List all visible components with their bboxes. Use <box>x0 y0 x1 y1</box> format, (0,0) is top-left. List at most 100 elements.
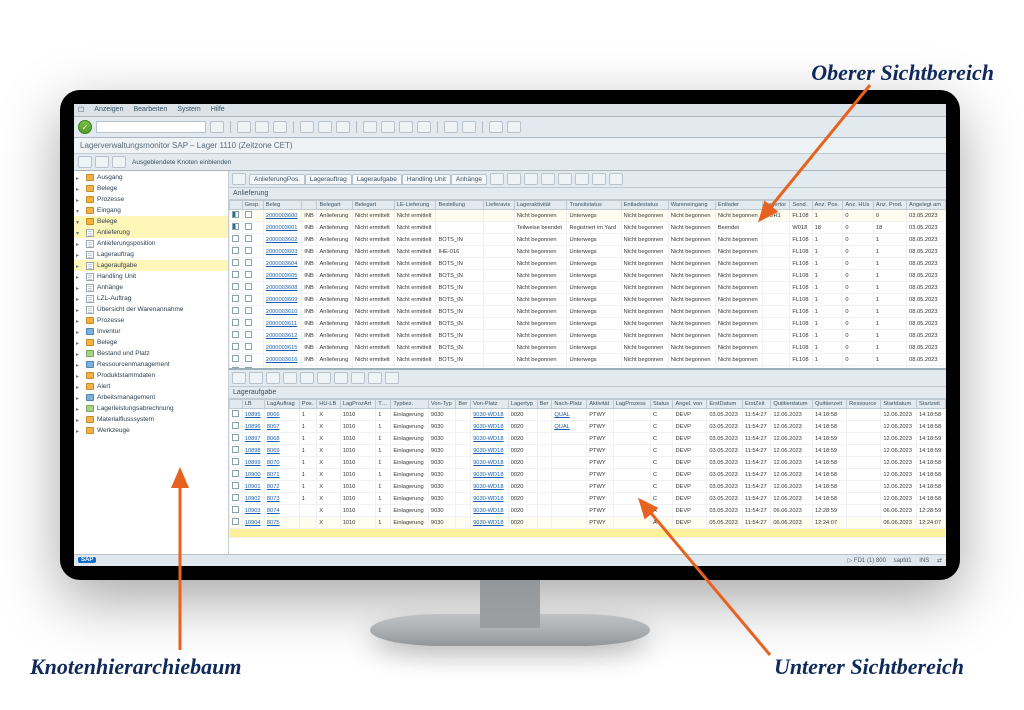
filter-icon[interactable] <box>266 372 280 384</box>
column-header[interactable]: Angelegt am <box>907 201 946 210</box>
tree-node[interactable]: Ausgang <box>74 172 228 183</box>
column-header[interactable]: Quittierzeit <box>812 400 846 409</box>
column-header[interactable]: Von-Platz <box>471 400 509 409</box>
column-header[interactable]: Ber <box>456 400 471 409</box>
lower-grid[interactable]: LBLagAuftragPos.HU-LBLagProzArtT…Typbez.… <box>229 399 946 554</box>
table-row[interactable]: 2000003600INBAnlieferungNicht ermitteltN… <box>230 210 946 222</box>
table-row[interactable]: 2000003604INBAnlieferungNicht ermitteltN… <box>230 258 946 270</box>
column-header[interactable]: Beleg <box>263 201 301 210</box>
table-row[interactable]: 2000003601INBAnlieferungNicht ermitteltN… <box>230 222 946 234</box>
tree-node[interactable]: Belege <box>74 337 228 348</box>
column-header[interactable]: LagAuftrag <box>264 400 299 409</box>
table-row[interactable]: 1090280731X10101Einlagerung90309030-WD18… <box>230 493 946 505</box>
table-row[interactable]: 109038074X10101Einlagerung90309030-WD180… <box>230 505 946 517</box>
panel-tab[interactable]: Lagerauftrag <box>305 174 352 185</box>
table-row[interactable]: 2000003617INBAnlieferungNicht ermitteltN… <box>230 366 946 369</box>
export-icon[interactable] <box>334 372 348 384</box>
table-row[interactable]: 1089580661X10101Einlagerung90309030-WD18… <box>230 409 946 421</box>
print-icon[interactable] <box>351 372 365 384</box>
sort-desc-icon[interactable] <box>300 372 314 384</box>
column-header[interactable]: Quittierdatum <box>771 400 813 409</box>
column-header[interactable]: Ber <box>537 400 552 409</box>
column-header[interactable]: ErstZeit <box>742 400 770 409</box>
column-header[interactable]: Startdatum <box>881 400 917 409</box>
sum-icon[interactable] <box>541 173 555 185</box>
panel-tab[interactable]: AnlieferungPos. <box>249 174 305 185</box>
column-header[interactable]: Status <box>651 400 673 409</box>
panel-tab[interactable]: Handling Unit <box>402 174 451 185</box>
table-row[interactable]: 1089980701X10101Einlagerung90309030-WD18… <box>230 457 946 469</box>
table-row[interactable]: 2000003603INBAnlieferungNicht ermitteltN… <box>230 246 946 258</box>
last-page-icon[interactable] <box>417 121 431 133</box>
layout-icon[interactable] <box>368 372 382 384</box>
tree-node[interactable]: Inventur <box>74 326 228 337</box>
settings-icon[interactable] <box>385 372 399 384</box>
column-header[interactable]: Anz. Prod. <box>873 201 906 210</box>
column-header[interactable]: Entlader <box>715 201 762 210</box>
table-row[interactable]: 2000003605INBAnlieferungNicht ermitteltN… <box>230 270 946 282</box>
table-row[interactable]: 2000003616INBAnlieferungNicht ermitteltN… <box>230 354 946 366</box>
tree-node[interactable]: Lageraufgabe <box>74 260 228 271</box>
tree-node[interactable]: Anhänge <box>74 282 228 293</box>
expand-icon[interactable] <box>78 156 92 168</box>
table-row[interactable]: 1089880691X10101Einlagerung90309030-WD18… <box>230 445 946 457</box>
table-row[interactable]: 109048075X10101Einlagerung90309030-WD180… <box>230 517 946 529</box>
table-row[interactable]: 1089680671X10101Einlagerung90309030-WD18… <box>230 421 946 433</box>
save-icon[interactable] <box>210 121 224 133</box>
expand-all-icon[interactable] <box>112 156 126 168</box>
detail-icon[interactable] <box>249 372 263 384</box>
column-header[interactable]: Bestellung <box>436 201 483 210</box>
column-header[interactable]: Lieferavis <box>483 201 514 210</box>
tree-node[interactable]: Belege <box>74 183 228 194</box>
column-header[interactable] <box>302 201 317 210</box>
menu-anzeigen[interactable]: Anzeigen <box>94 106 123 114</box>
tree-node[interactable]: Arbeitsmanagement <box>74 392 228 403</box>
sort-icon[interactable] <box>524 173 538 185</box>
refresh-icon[interactable] <box>232 173 246 185</box>
tree-node[interactable]: Anlieferung <box>74 227 228 238</box>
command-field[interactable] <box>96 121 206 133</box>
help-icon[interactable] <box>489 121 503 133</box>
menu-system[interactable]: System <box>177 106 200 114</box>
column-header[interactable]: Belegart <box>317 201 352 210</box>
column-header[interactable]: LagProzess <box>613 400 650 409</box>
column-header[interactable]: Anz. Pos. <box>812 201 843 210</box>
find-icon[interactable] <box>318 121 332 133</box>
tree-node[interactable]: Prozesse <box>74 194 228 205</box>
tree-node[interactable]: Lagerauftrag <box>74 249 228 260</box>
column-header[interactable]: Anz. HUs <box>843 201 873 210</box>
tree-node[interactable]: LZL-Auftrag <box>74 293 228 304</box>
column-header[interactable]: LagProzArt <box>340 400 376 409</box>
panel-tab[interactable]: Anhänge <box>451 174 487 185</box>
column-header[interactable]: Wareneingang <box>668 201 715 210</box>
detail-icon[interactable] <box>592 173 606 185</box>
tree-node[interactable]: Belege <box>74 216 228 227</box>
column-header[interactable] <box>230 400 243 409</box>
table-row[interactable]: 2000003612INBAnlieferungNicht ermitteltN… <box>230 330 946 342</box>
tree-node[interactable]: Werkzeuge <box>74 425 228 436</box>
hidden-nodes-button[interactable]: Ausgeblendete Knoten einblenden <box>129 159 231 166</box>
tree-node[interactable]: Lagerleistungsabrechnung <box>74 403 228 414</box>
filter-icon[interactable] <box>507 173 521 185</box>
new-session-icon[interactable] <box>444 121 458 133</box>
column-header[interactable]: Angel. von <box>673 400 707 409</box>
tree-node[interactable]: Bestand und Platz <box>74 348 228 359</box>
column-header[interactable]: Aktivität <box>587 400 614 409</box>
column-header[interactable]: Startzeit <box>916 400 945 409</box>
column-header[interactable]: HU-LB <box>317 400 340 409</box>
column-header[interactable]: LE-Lieferung <box>394 201 436 210</box>
collapse-icon[interactable] <box>95 156 109 168</box>
panel-tab[interactable]: Lageraufgabe <box>352 174 402 185</box>
tree-node[interactable]: Anlieferungsposition <box>74 238 228 249</box>
layout-icon[interactable] <box>507 121 521 133</box>
refresh-icon[interactable] <box>232 372 246 384</box>
tree-node[interactable]: Eingang <box>74 205 228 216</box>
column-header[interactable]: Entladestatus <box>621 201 668 210</box>
prev-page-icon[interactable] <box>381 121 395 133</box>
node-tree[interactable]: AusgangBelegeProzesseEingangBelegeAnlief… <box>74 171 229 554</box>
table-row[interactable]: 2000003608INBAnlieferungNicht ermitteltN… <box>230 282 946 294</box>
cancel-icon[interactable] <box>273 121 287 133</box>
tree-node[interactable]: Alert <box>74 381 228 392</box>
toggle-layout-icon[interactable] <box>490 173 504 185</box>
column-header[interactable]: Send. <box>790 201 812 210</box>
